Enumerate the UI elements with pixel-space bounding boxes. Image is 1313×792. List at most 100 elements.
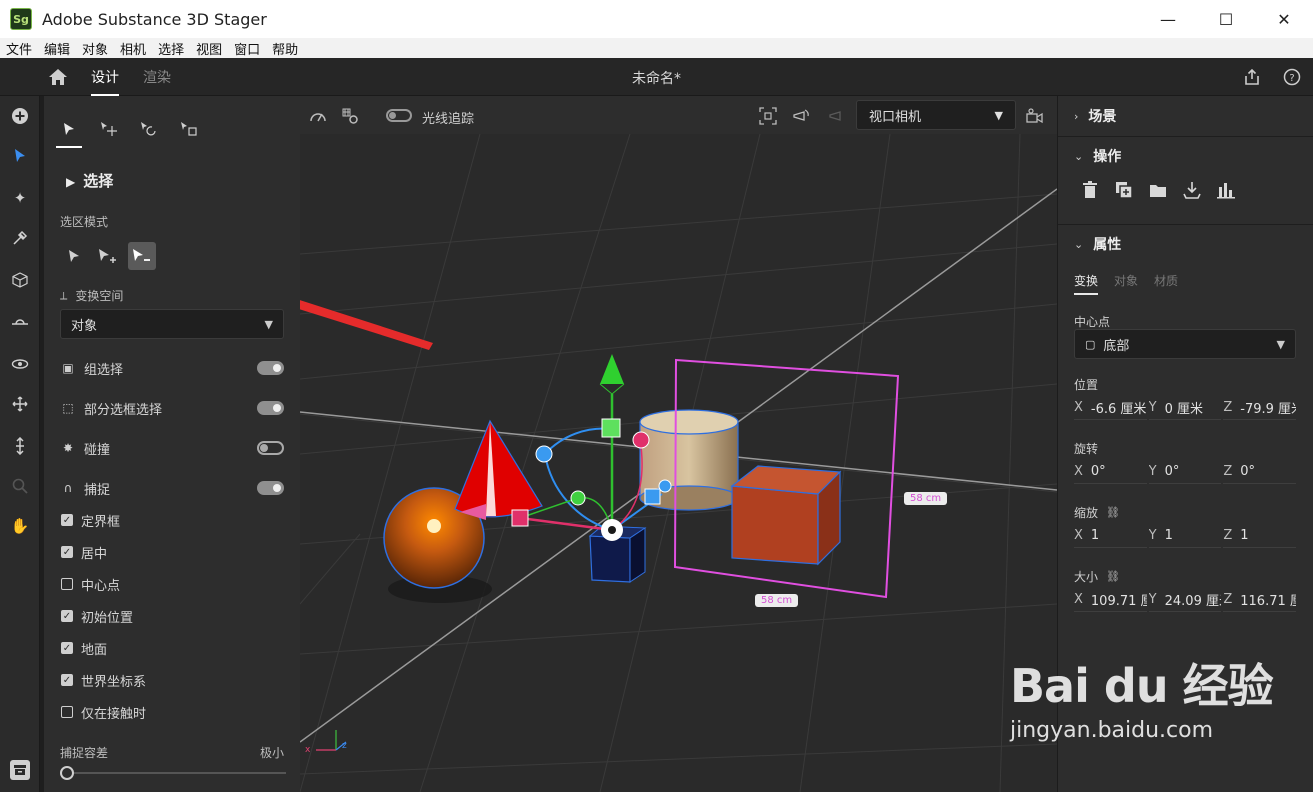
menu-view[interactable]: 视图 xyxy=(190,39,228,58)
tab-transform[interactable]: 变换 xyxy=(1074,272,1099,295)
snap-switch[interactable] xyxy=(257,481,284,495)
app-logo-icon: Sg xyxy=(10,8,32,30)
transform-space-label: 变换空间 xyxy=(75,289,124,303)
pivot-checkbox-label: 中心点 xyxy=(81,578,121,594)
select-subtract-icon[interactable] xyxy=(128,242,156,270)
menu-window[interactable]: 窗口 xyxy=(228,39,266,58)
camera-dropdown[interactable]: 视口相机 ▼ xyxy=(856,100,1016,130)
properties-section-header[interactable]: ⌄ 属性 xyxy=(1074,234,1121,254)
link-icon[interactable]: ⛓ xyxy=(1106,570,1120,583)
scene-canvas[interactable]: x z xyxy=(300,134,1057,792)
scale-x-field[interactable]: X1 xyxy=(1074,524,1147,548)
close-button[interactable]: ✕ xyxy=(1255,0,1313,38)
pivot-dropdown[interactable]: ▢ 底部 ▼ xyxy=(1074,329,1296,359)
ground-checkbox-row[interactable]: ✓ 地面 xyxy=(61,639,107,658)
menu-camera[interactable]: 相机 xyxy=(114,39,152,58)
gizmo-z-handle xyxy=(644,488,661,505)
add-icon[interactable] xyxy=(8,104,32,128)
divider xyxy=(1058,224,1313,225)
hand-icon[interactable]: ✋ xyxy=(8,514,32,538)
trash-icon[interactable] xyxy=(1080,180,1100,200)
size-x-field[interactable]: X109.71 厘米 xyxy=(1074,588,1147,612)
world-coords-checkbox-row[interactable]: ✓ 世界坐标系 xyxy=(61,671,146,690)
menu-help[interactable]: 帮助 xyxy=(266,39,304,58)
archive-icon[interactable] xyxy=(8,758,32,782)
position-x-field[interactable]: X -6.6 厘米 xyxy=(1074,396,1147,420)
menu-edit[interactable]: 编辑 xyxy=(38,39,76,58)
rotation-z-field[interactable]: Z 0° xyxy=(1223,460,1297,484)
checkbox-checked-icon[interactable]: ✓ xyxy=(61,546,73,558)
scene-section-header[interactable]: › 场景 xyxy=(1074,106,1116,126)
performance-gauge-icon[interactable] xyxy=(308,106,328,126)
tab-material[interactable]: 材质 xyxy=(1154,272,1178,289)
magic-wand-icon[interactable]: ✦ xyxy=(8,186,32,210)
maximize-button[interactable]: ☐ xyxy=(1197,0,1255,38)
checkbox-checked-icon[interactable]: ✓ xyxy=(61,514,73,526)
move-select-icon[interactable] xyxy=(98,118,120,140)
rotate-select-icon[interactable] xyxy=(138,118,160,140)
collision-switch[interactable] xyxy=(257,441,284,455)
initial-position-checkbox-row[interactable]: ✓ 初始位置 xyxy=(61,607,133,626)
folder-icon[interactable] xyxy=(1148,180,1168,200)
scale-z-field[interactable]: Z1 xyxy=(1223,524,1297,548)
frame-selection-icon[interactable] xyxy=(758,106,778,126)
link-icon[interactable]: ⛓ xyxy=(1106,506,1120,519)
collision-toggle-row: ✸ 碰撞 xyxy=(60,438,284,458)
select-add-icon[interactable] xyxy=(94,242,122,270)
duplicate-icon[interactable] xyxy=(1114,180,1134,200)
contact-only-checkbox-row[interactable]: 仅在接触时 xyxy=(61,703,146,722)
raytrace-switch[interactable] xyxy=(386,109,412,122)
menu-file[interactable]: 文件 xyxy=(0,39,38,58)
orbit-icon[interactable] xyxy=(8,352,32,376)
align-icon[interactable] xyxy=(1216,180,1236,200)
rotation-y-field[interactable]: Y 0° xyxy=(1148,460,1222,484)
pivot-checkbox-row[interactable]: 中心点 xyxy=(61,575,121,594)
group-select-switch[interactable] xyxy=(257,361,284,375)
checkbox-checked-icon[interactable]: ✓ xyxy=(61,674,73,686)
menu-object[interactable]: 对象 xyxy=(76,39,114,58)
grid-settings-icon[interactable] xyxy=(340,106,360,126)
cube-icon[interactable] xyxy=(8,268,32,292)
drop-to-floor-icon[interactable] xyxy=(1182,180,1202,200)
checkbox-checked-icon[interactable]: ✓ xyxy=(61,642,73,654)
rotation-x-field[interactable]: X 0° xyxy=(1074,460,1147,484)
partial-marquee-icon: ⬚ xyxy=(62,401,74,415)
zoom-icon[interactable] xyxy=(8,474,32,498)
partial-marquee-switch[interactable] xyxy=(257,401,284,415)
tab-object[interactable]: 对象 xyxy=(1114,272,1138,289)
snap-tolerance-thumb[interactable] xyxy=(60,766,74,780)
minimize-button[interactable]: — xyxy=(1139,0,1197,38)
axes-icon: ⟂ xyxy=(60,288,68,302)
tool-strip: ✦ ✋ xyxy=(0,96,40,792)
help-icon[interactable]: ? xyxy=(1282,67,1302,87)
move-icon[interactable] xyxy=(8,392,32,416)
camera-undo-icon[interactable] xyxy=(824,106,844,126)
center-checkbox-row[interactable]: ✓ 居中 xyxy=(61,543,107,562)
checkbox-checked-icon[interactable]: ✓ xyxy=(61,610,73,622)
share-icon[interactable] xyxy=(1242,67,1262,87)
eyedropper-icon[interactable] xyxy=(8,226,32,250)
size-y-field[interactable]: Y24.09 厘米 xyxy=(1148,588,1222,612)
scale-select-icon[interactable] xyxy=(178,118,200,140)
checkbox-unchecked-icon[interactable] xyxy=(61,706,73,718)
bounding-box-checkbox-row[interactable]: ✓ 定界框 xyxy=(61,511,120,530)
transform-space-dropdown[interactable]: 对象 ▼ xyxy=(60,309,284,339)
snap-tolerance-track[interactable] xyxy=(64,772,286,774)
camera-reset-icon[interactable] xyxy=(790,106,810,126)
actions-section-header[interactable]: ⌄ 操作 xyxy=(1074,146,1121,166)
horizon-icon[interactable] xyxy=(8,310,32,334)
pointer-icon[interactable] xyxy=(56,118,82,148)
menu-select[interactable]: 选择 xyxy=(152,39,190,58)
dolly-icon[interactable] xyxy=(8,434,32,458)
scale-y-field[interactable]: Y1 xyxy=(1148,524,1222,548)
checkbox-unchecked-icon[interactable] xyxy=(61,578,73,590)
viewport[interactable]: 光线追踪 视口相机 ▼ x z 58 cm 58 cm xyxy=(300,96,1057,792)
size-z-field[interactable]: Z116.71 厘米 xyxy=(1223,588,1297,612)
position-z-field[interactable]: Z-79.9 厘米 xyxy=(1223,396,1297,420)
snap-tolerance-label: 捕捉容差 xyxy=(60,746,109,760)
svg-text:?: ? xyxy=(1289,73,1294,84)
camera-settings-icon[interactable] xyxy=(1026,106,1046,126)
position-y-field[interactable]: Y0 厘米 xyxy=(1148,396,1222,420)
select-icon[interactable] xyxy=(8,144,32,168)
select-new-icon[interactable] xyxy=(60,242,88,270)
